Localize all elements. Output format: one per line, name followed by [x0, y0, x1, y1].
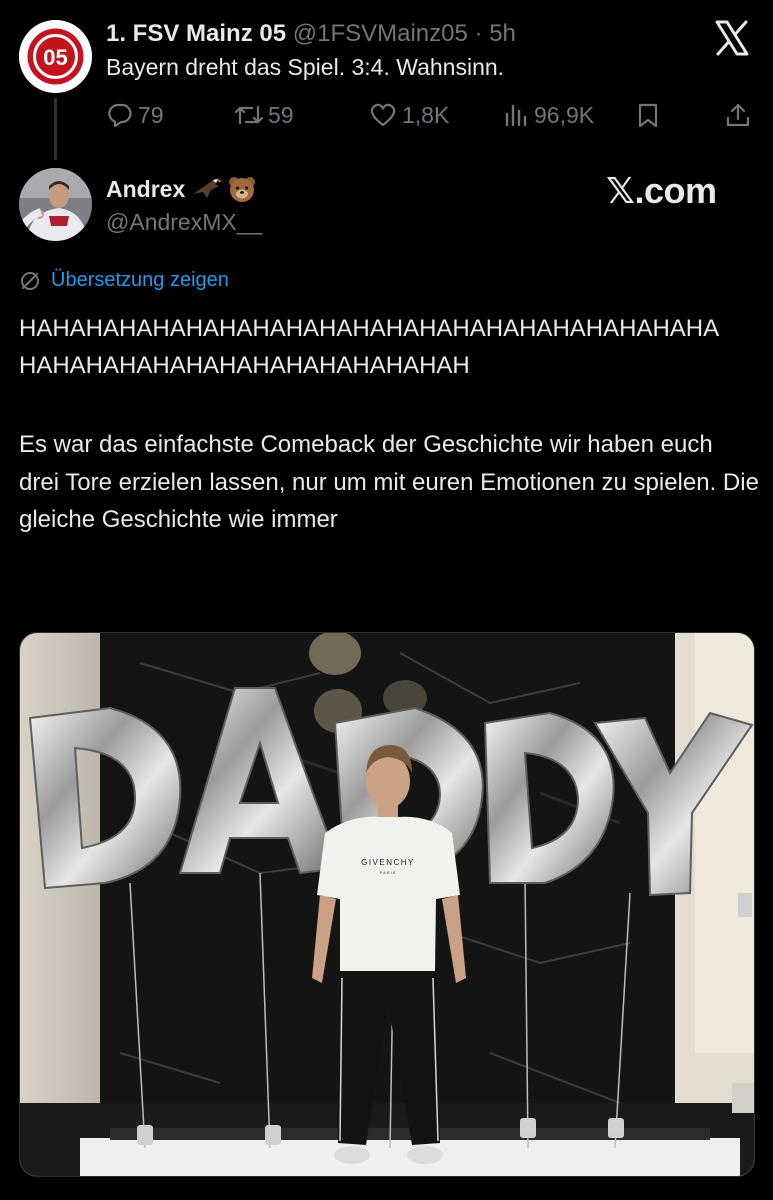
shirt-brand-text: GIVENCHY — [361, 858, 415, 867]
bookmark-icon — [638, 103, 658, 128]
laugh-line-2: HAHAHAHAHAHAHAHAHAHAHAHAHAH — [19, 352, 470, 379]
reply-count: 79 — [138, 101, 164, 128]
laugh-line-1: HAHAHAHAHAHAHAHAHAHAHAHAHAHAHAHAHAHAHAHA… — [19, 315, 720, 342]
reply-icon — [108, 103, 132, 128]
bear-emoji-icon — [229, 177, 256, 202]
like-count: 1,8K — [402, 101, 450, 128]
x-com-watermark: 𝕏.com — [606, 170, 717, 211]
translate-link[interactable]: Übersetzung zeigen — [19, 269, 229, 292]
parent-handle[interactable]: @1FSVMainz05 — [293, 20, 468, 47]
translate-globe-icon — [21, 271, 39, 290]
reply-text-body: Es war das einfachste Comeback der Gesch… — [19, 431, 759, 533]
x-logo-icon[interactable] — [712, 18, 752, 58]
share-button[interactable] — [724, 100, 756, 130]
tweet-photo[interactable]: GIVENCHY PARIS — [19, 632, 755, 1177]
club-avatar[interactable]: 05 — [19, 20, 92, 93]
retweet-count: 59 — [268, 101, 294, 128]
retweet-icon — [234, 105, 264, 125]
parent-display-name[interactable]: 1. FSV Mainz 05 — [106, 20, 286, 47]
reply-text-laugh: HAHAHAHAHAHAHAHAHAHAHAHAHAHAHAHAHAHAHAHA… — [19, 310, 759, 384]
svg-text:05: 05 — [43, 45, 67, 70]
parent-tweet-text: Bayern dreht das Spiel. 3:4. Wahnsinn. — [106, 54, 505, 80]
thread-connector-line — [54, 98, 57, 160]
reply-button[interactable]: 79 — [106, 100, 164, 130]
views-chart-icon — [505, 104, 527, 127]
separator-dot: · — [474, 20, 483, 47]
views-count: 96,9K — [534, 101, 595, 128]
mainz-logo-icon: 05 — [19, 20, 92, 93]
user-avatar-image — [19, 168, 92, 241]
reply-name-row: Andrex — [106, 175, 257, 203]
parent-timestamp[interactable]: 5h — [489, 20, 516, 47]
reply-handle[interactable]: @AndrexMX__ — [106, 209, 262, 236]
bookmark-button[interactable] — [636, 100, 664, 130]
user-avatar[interactable] — [19, 168, 92, 241]
parent-tweet-header: 1. FSV Mainz 05 @1FSVMainz05 · 5h — [106, 20, 516, 48]
like-button[interactable]: 1,8K — [368, 100, 449, 130]
eagle-emoji-icon — [193, 178, 223, 198]
retweet-button[interactable]: 59 — [234, 100, 294, 130]
views-button[interactable]: 96,9K — [502, 100, 594, 130]
shirt-sub-text: PARIS — [380, 870, 397, 875]
heart-icon — [370, 103, 396, 127]
share-icon — [726, 103, 750, 127]
reply-display-name[interactable]: Andrex — [106, 176, 185, 203]
daddy-balloons-photo: GIVENCHY PARIS — [20, 633, 754, 1176]
translate-label: Übersetzung zeigen — [51, 269, 229, 291]
